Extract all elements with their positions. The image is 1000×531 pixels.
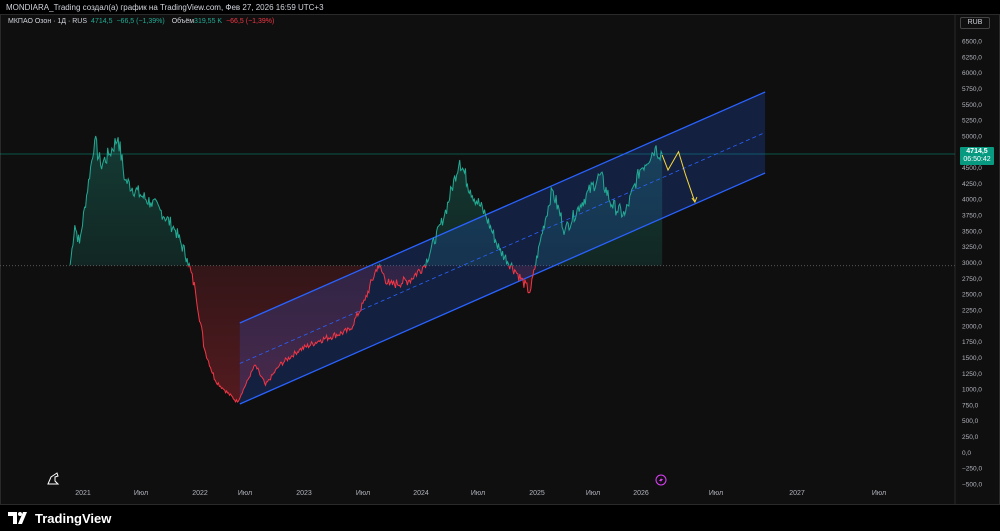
attribution-bar: MONDIARA_Trading создал(а) график на Tra… bbox=[0, 0, 1000, 14]
y-tick-label: 3000,0 bbox=[962, 260, 982, 267]
x-tick-label: 2024 bbox=[413, 490, 429, 497]
x-tick-label: 2027 bbox=[789, 490, 805, 497]
lightning-icon[interactable] bbox=[655, 474, 667, 486]
y-tick-label: 4500,0 bbox=[962, 165, 982, 172]
y-tick-label: 3250,0 bbox=[962, 244, 982, 251]
x-tick-label: Июл bbox=[238, 490, 252, 497]
attribution-text: MONDIARA_Trading создал(а) график на Tra… bbox=[6, 3, 324, 12]
bar-countdown: 06:50:42 bbox=[963, 156, 991, 163]
volume-label: Объём bbox=[171, 18, 195, 25]
y-tick-label: 250,0 bbox=[962, 434, 979, 441]
volume-value: 319,55 K bbox=[194, 18, 223, 25]
price-change: −66,5 (−1,39%) bbox=[116, 18, 165, 25]
x-tick-label: Июл bbox=[471, 490, 485, 497]
y-tick-label: 750,0 bbox=[962, 402, 979, 409]
x-tick-label: Июл bbox=[872, 490, 886, 497]
brand-name: TradingView bbox=[35, 510, 112, 526]
y-tick-label: 5250,0 bbox=[962, 118, 982, 125]
y-tick-label: 1500,0 bbox=[962, 355, 982, 362]
y-tick-label: 4000,0 bbox=[962, 197, 982, 204]
y-tick-label: 6250,0 bbox=[962, 54, 982, 61]
volume-change: −66,5 (−1,39%) bbox=[226, 18, 275, 25]
x-tick-label: Июл bbox=[356, 490, 370, 497]
current-price: 4714,5 bbox=[966, 148, 988, 155]
x-tick-label: 2021 bbox=[75, 490, 91, 497]
y-tick-label: 2250,0 bbox=[962, 307, 982, 314]
chart-area[interactable]: 6500,0 6250,0 6000,0 5750,0 5500,0 5250,0 5000… bbox=[0, 14, 1000, 505]
y-tick-label: 0,0 bbox=[962, 450, 971, 457]
y-tick-label: 6500,0 bbox=[962, 39, 982, 46]
y-tick-label: 5000,0 bbox=[962, 133, 982, 140]
symbol-name[interactable]: МКПАО Озон · 1Д · RUS bbox=[8, 18, 87, 25]
x-tick-label: Июл bbox=[709, 490, 723, 497]
symbol-legend: МКПАО Озон · 1Д · RUS 4714,5 −66,5 (−1,3… bbox=[8, 18, 274, 25]
last-price: 4714,5 bbox=[91, 18, 113, 25]
y-tick-label: 2500,0 bbox=[962, 292, 982, 299]
y-tick-label: 4250,0 bbox=[962, 181, 982, 188]
currency-button[interactable]: RUB bbox=[960, 17, 990, 29]
y-tick-label: −500,0 bbox=[962, 482, 982, 489]
y-tick-label: 2750,0 bbox=[962, 276, 982, 283]
brand-bar: TradingView bbox=[0, 505, 1000, 531]
y-tick-label: 3750,0 bbox=[962, 213, 982, 220]
channel-median-line bbox=[239, 132, 766, 364]
x-tick-label: 2023 bbox=[296, 490, 312, 497]
y-tick-label: 1250,0 bbox=[962, 371, 982, 378]
y-tick-label: 1750,0 bbox=[962, 339, 982, 346]
dinosaur-icon[interactable] bbox=[47, 472, 60, 485]
x-tick-label: 2026 bbox=[633, 490, 649, 497]
x-tick-label: 2022 bbox=[192, 490, 208, 497]
y-tick-label: 1000,0 bbox=[962, 387, 982, 394]
y-tick-label: 3500,0 bbox=[962, 228, 982, 235]
x-tick-label: Июл bbox=[134, 490, 148, 497]
y-tick-label: 2000,0 bbox=[962, 323, 982, 330]
tradingview-logo-icon bbox=[8, 512, 27, 524]
x-tick-label: 2025 bbox=[529, 490, 545, 497]
y-tick-label: −250,0 bbox=[962, 466, 982, 473]
lightning-bolt bbox=[659, 477, 663, 483]
y-tick-label: 500,0 bbox=[962, 418, 979, 425]
x-tick-label: Июл bbox=[586, 490, 600, 497]
dinosaur-shape bbox=[47, 472, 60, 485]
y-tick-label: 5500,0 bbox=[962, 102, 982, 109]
y-tick-label: 6000,0 bbox=[962, 70, 982, 77]
y-tick-label: 5750,0 bbox=[962, 86, 982, 93]
current-price-label: 4714,5 06:50:42 bbox=[960, 147, 994, 165]
price-chart[interactable]: 6500,0 6250,0 6000,0 5750,0 5500,0 5250,0 5000… bbox=[0, 14, 1000, 505]
